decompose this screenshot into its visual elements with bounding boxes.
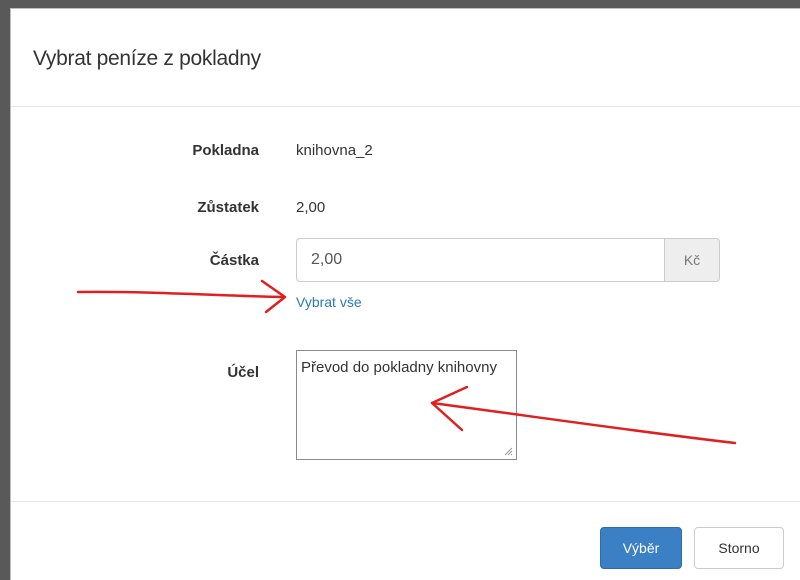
purpose-label: Účel xyxy=(227,364,259,381)
amount-label: Částka xyxy=(209,252,259,269)
balance-label: Zůstatek xyxy=(197,199,259,216)
cancel-button[interactable]: Storno xyxy=(694,527,784,569)
dialog-title: Vybrat peníze z pokladny xyxy=(33,47,261,70)
select-all-link[interactable]: Vybrat vše xyxy=(296,294,362,310)
cash-register-value: knihovna_2 xyxy=(296,142,373,159)
amount-input-group: Kč xyxy=(296,238,720,282)
withdraw-dialog: Vybrat peníze z pokladny Pokladna knihov… xyxy=(10,8,800,580)
withdraw-button[interactable]: Výběr xyxy=(600,527,682,569)
resize-grip-icon[interactable] xyxy=(503,446,513,456)
amount-input[interactable] xyxy=(296,238,664,282)
purpose-textarea[interactable]: Převod do pokladny knihovny xyxy=(296,350,517,460)
dialog-header: Vybrat peníze z pokladny xyxy=(11,9,800,107)
currency-addon: Kč xyxy=(664,238,720,282)
balance-value: 2,00 xyxy=(296,199,326,216)
cash-register-label: Pokladna xyxy=(192,142,259,159)
